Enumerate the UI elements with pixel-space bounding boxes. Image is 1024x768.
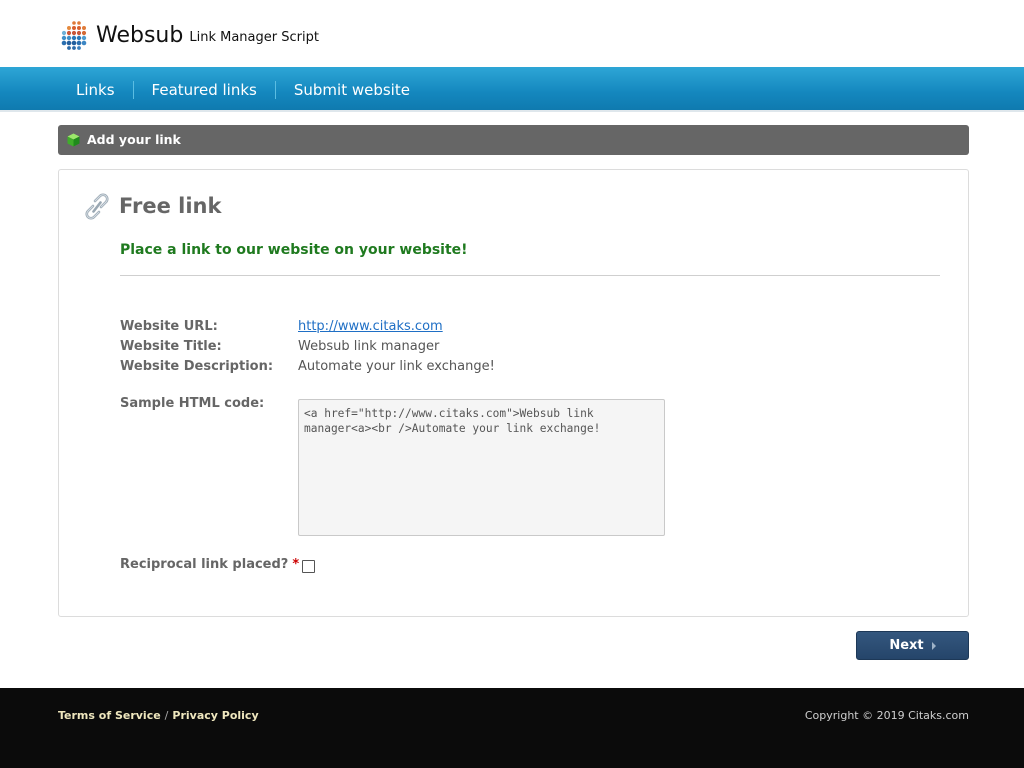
reciprocal-link-checkbox[interactable]: [302, 560, 315, 573]
green-cube-icon: [67, 133, 80, 147]
nav-item-links[interactable]: Links: [58, 67, 133, 112]
nav-item-submit-website[interactable]: Submit website: [276, 67, 428, 112]
reciprocal-link-label: Reciprocal link placed? *: [120, 557, 299, 572]
dot-grid-logo-icon: [61, 21, 87, 50]
section-header: Add your link: [58, 125, 969, 155]
divider: [120, 275, 940, 276]
reciprocal-link-label-text: Reciprocal link placed?: [120, 557, 289, 572]
footer-separator: /: [164, 709, 169, 722]
next-button[interactable]: Next: [856, 631, 969, 660]
sample-html-label: Sample HTML code:: [120, 396, 265, 411]
arrow-right-icon: [931, 641, 936, 650]
footer-links: Terms of Service / Privacy Policy: [58, 709, 259, 722]
site-footer: Terms of Service / Privacy Policy Copyrigh…: [0, 688, 1024, 768]
privacy-policy-link[interactable]: Privacy Policy: [172, 709, 258, 722]
panel-subtitle: Place a link to our website on your webs…: [120, 242, 468, 258]
website-title-value: Websub link manager: [298, 339, 440, 354]
website-title-label: Website Title:: [120, 339, 222, 354]
main-nav: Links Featured links Submit website: [0, 67, 1024, 112]
site-logo[interactable]: Websub Link Manager Script: [60, 18, 319, 50]
website-url-link[interactable]: http://www.citaks.com: [298, 319, 443, 334]
website-description-label: Website Description:: [120, 359, 274, 374]
terms-of-service-link[interactable]: Terms of Service: [58, 709, 161, 722]
copyright-text: Copyright © 2019 Citaks.com: [804, 709, 969, 722]
logo-name: Websub: [96, 23, 184, 48]
next-button-label: Next: [889, 638, 924, 653]
free-link-panel: Free link Place a link to our website on…: [58, 169, 969, 617]
required-marker: *: [292, 557, 300, 572]
site-header: Websub Link Manager Script: [0, 0, 1024, 67]
nav-list: Links Featured links Submit website: [58, 67, 428, 112]
logo-tagline: Link Manager Script: [189, 30, 319, 45]
panel-title: Free link: [119, 194, 222, 218]
section-title: Add your link: [87, 132, 181, 147]
sample-html-code-textarea[interactable]: <a href="http://www.citaks.com">Websub l…: [298, 399, 665, 536]
website-description-value: Automate your link exchange!: [298, 359, 495, 374]
website-url-label: Website URL:: [120, 319, 218, 334]
nav-item-featured-links[interactable]: Featured links: [134, 67, 275, 112]
chain-link-icon: [85, 193, 109, 220]
